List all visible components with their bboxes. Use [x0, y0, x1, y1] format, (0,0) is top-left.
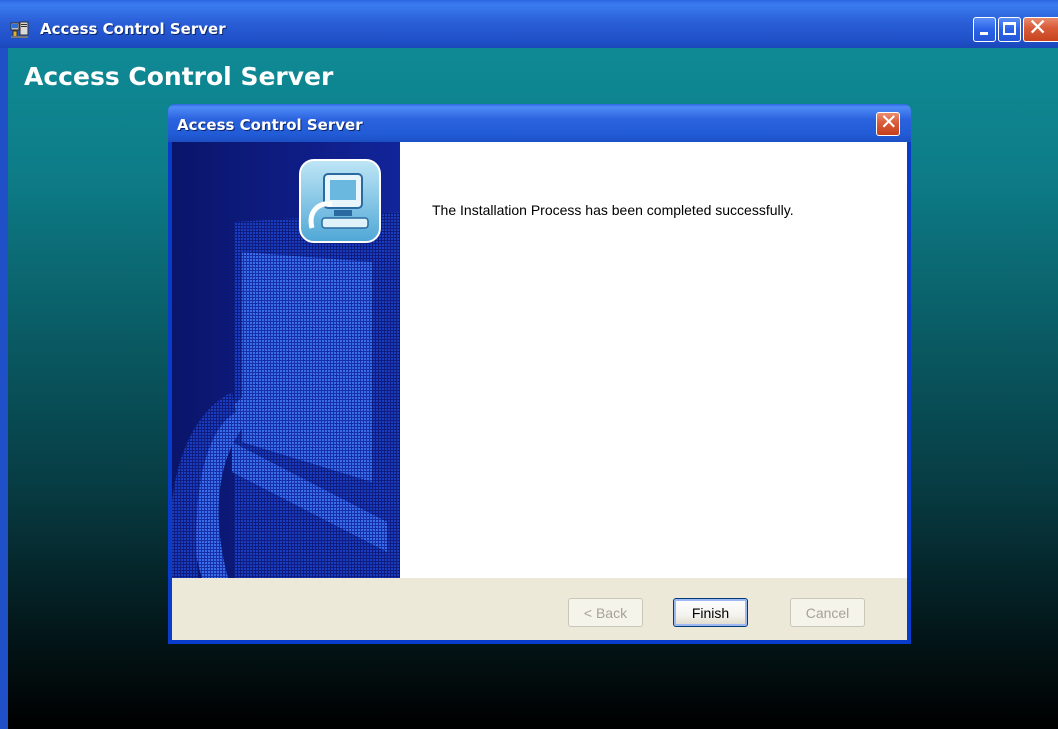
finish-button[interactable]: Finish [673, 598, 748, 627]
close-icon: ✕ [1028, 17, 1048, 41]
maximize-button[interactable] [998, 17, 1021, 42]
close-icon: ✕ [880, 110, 898, 134]
cancel-button[interactable]: Cancel [790, 598, 865, 627]
dialog-titlebar[interactable]: Access Control Server ✕ [168, 104, 911, 142]
wizard-dialog: Access Control Server ✕ The Installation… [168, 104, 911, 644]
computer-setup-icon [299, 159, 381, 243]
installer-window: Access Control Server ✕ Access Control S… [0, 0, 1058, 729]
page-heading: Access Control Server [24, 62, 334, 91]
window-close-button[interactable]: ✕ [1023, 17, 1058, 42]
minimize-button[interactable] [973, 17, 996, 42]
window-titlebar[interactable]: Access Control Server ✕ [0, 0, 1058, 48]
minimize-icon [980, 32, 988, 35]
dialog-body: The Installation Process has been comple… [172, 142, 907, 640]
completion-message: The Installation Process has been comple… [432, 202, 794, 218]
wizard-button-bar: < Back Finish Cancel [172, 578, 907, 640]
window-title: Access Control Server [40, 20, 226, 38]
installer-app-icon [10, 20, 30, 40]
dialog-close-button[interactable]: ✕ [876, 110, 900, 136]
back-button[interactable]: < Back [568, 598, 643, 627]
dialog-title: Access Control Server [177, 116, 363, 134]
wizard-content: The Installation Process has been comple… [400, 142, 907, 578]
wizard-side-graphic [172, 142, 400, 578]
window-frame-left [0, 48, 8, 729]
maximize-icon [1003, 22, 1016, 35]
